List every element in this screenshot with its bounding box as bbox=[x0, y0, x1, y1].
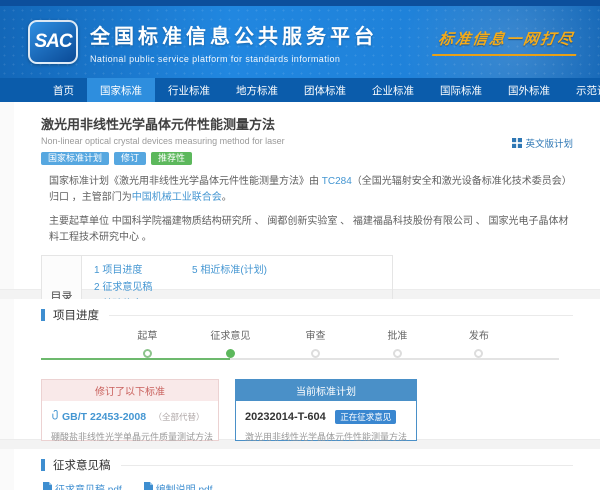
standard-summary-section: 激光用非线性光学晶体元件性能测量方法 Non-linear optical cr… bbox=[0, 102, 600, 289]
current-plan-box-title: 当前标准计划 bbox=[236, 380, 416, 401]
intro-paragraph-2: 主要起草单位 中国科学院福建物质结构研究所 、 闽都创新实验室 、 福建福晶科技… bbox=[49, 214, 573, 245]
pdf-file-icon bbox=[43, 482, 52, 490]
site-header: SAC 全国标准信息公共服务平台 National public service… bbox=[0, 0, 600, 78]
draft-files-section: 征求意见稿 征求意见稿.pdf 编制说明.pdf bbox=[0, 449, 600, 490]
progress-timeline: 起草 征求意见 审查 批准 发布 bbox=[41, 327, 573, 371]
nav-item-local-standards[interactable]: 地方标准 bbox=[223, 78, 291, 102]
plan-boxes-row: 修订了以下标准 GB/T 22453-2008 （全部代替） 硼酸盐非线性光学单… bbox=[41, 379, 573, 441]
toc-link-similar-standards[interactable]: 5 相近标准(计划) bbox=[192, 263, 267, 278]
section-accent-bar bbox=[41, 309, 45, 321]
intro-paragraph-1: 国家标准计划《激光用非线性光学晶体元件性能测量方法》由 TC284（全国光辐射安… bbox=[49, 174, 573, 205]
nav-item-pilot-demo[interactable]: 示范试点 bbox=[563, 78, 600, 102]
explanation-pdf-label: 编制说明.pdf bbox=[156, 481, 213, 490]
step-label: 发布 bbox=[444, 327, 514, 342]
step-dot-todo bbox=[474, 349, 483, 358]
project-progress-section: 项目进度 起草 征求意见 审查 批准 发布 修订了以下标准 bbox=[0, 299, 600, 439]
step-approval: 批准 bbox=[362, 327, 432, 358]
toc-link-progress[interactable]: 1 项目进度 bbox=[94, 263, 192, 278]
sac-logo-text: SAC bbox=[34, 31, 71, 53]
draft-section-header: 征求意见稿 bbox=[41, 457, 573, 473]
progress-section-title: 项目进度 bbox=[53, 307, 99, 323]
badge-revision: 修订 bbox=[114, 152, 146, 165]
nav-item-national-standards[interactable]: 国家标准 bbox=[87, 78, 155, 102]
step-seeking-opinions: 征求意见 bbox=[195, 327, 265, 358]
step-dot-todo bbox=[393, 349, 402, 358]
draft-file-links: 征求意见稿.pdf 编制说明.pdf bbox=[43, 481, 573, 490]
draft-section-title: 征求意见稿 bbox=[53, 457, 111, 473]
english-plan-link[interactable]: 英文版计划 bbox=[512, 136, 573, 150]
nav-item-international-standards[interactable]: 国际标准 bbox=[427, 78, 495, 102]
step-label: 起草 bbox=[112, 327, 182, 342]
step-drafting: 起草 bbox=[112, 327, 182, 358]
sac-logo[interactable]: SAC bbox=[28, 20, 78, 64]
nav-item-enterprise-standards[interactable]: 企业标准 bbox=[359, 78, 427, 102]
slogan-text: 标准信息一网打尽 bbox=[432, 28, 580, 56]
header-banner: SAC 全国标准信息公共服务平台 National public service… bbox=[0, 6, 600, 78]
slogan-calligraphy: 标准信息一网打尽 bbox=[434, 28, 578, 56]
ministry-link[interactable]: 中国机械工业联合会 bbox=[132, 192, 222, 203]
gbt-standard-link[interactable]: GB/T 22453-2008 bbox=[51, 410, 146, 423]
section-rule bbox=[121, 465, 574, 466]
revised-standard-name: 硼酸盐非线性光学单晶元件质量测试方法 bbox=[51, 430, 209, 443]
nav-item-group-standards[interactable]: 团体标准 bbox=[291, 78, 359, 102]
pdf-file-icon bbox=[144, 482, 153, 490]
step-dot-done bbox=[143, 349, 152, 358]
main-nav: 首页 国家标准 行业标准 地方标准 团体标准 企业标准 国际标准 国外标准 示范… bbox=[0, 78, 600, 102]
toc-link-draft[interactable]: 2 征求意见稿 bbox=[94, 280, 192, 295]
current-plan-box: 当前标准计划 20232014-T-604 正在征求意见 激光用非线性光学晶体元… bbox=[235, 379, 417, 441]
progress-section-header: 项目进度 bbox=[41, 307, 573, 323]
badge-national-plan: 国家标准计划 bbox=[41, 152, 109, 165]
step-review: 审查 bbox=[281, 327, 351, 358]
nav-item-foreign-standards[interactable]: 国外标准 bbox=[495, 78, 563, 102]
step-publication: 发布 bbox=[444, 327, 514, 358]
tc284-link[interactable]: TC284 bbox=[322, 176, 352, 187]
status-badge: 正在征求意见 bbox=[335, 410, 396, 424]
gbt-standard-number: GB/T 22453-2008 bbox=[62, 411, 146, 423]
badge-recommended: 推荐性 bbox=[151, 152, 192, 165]
intro-text: 国家标准计划《激光用非线性光学晶体元件性能测量方法》由 bbox=[49, 176, 322, 187]
paperclip-icon bbox=[51, 410, 60, 423]
step-label: 批准 bbox=[362, 327, 432, 342]
intro-text: 。 bbox=[222, 192, 232, 203]
site-subtitle: National public service platform for sta… bbox=[90, 54, 378, 64]
english-plan-label: 英文版计划 bbox=[525, 136, 573, 150]
nav-item-home[interactable]: 首页 bbox=[40, 78, 87, 102]
revised-box-title: 修订了以下标准 bbox=[42, 380, 218, 401]
standard-title-en: Non-linear optical crystal devices measu… bbox=[41, 136, 573, 146]
nav-item-industry-standards[interactable]: 行业标准 bbox=[155, 78, 223, 102]
section-rule bbox=[109, 315, 573, 316]
draft-pdf-label: 征求意见稿.pdf bbox=[55, 481, 122, 490]
site-title: 全国标准信息公共服务平台 bbox=[90, 20, 378, 49]
replacement-note: （全部代替） bbox=[154, 412, 205, 422]
plan-number: 20232014-T-604 bbox=[245, 411, 326, 423]
timeline-track-completed bbox=[41, 358, 230, 360]
step-label: 征求意见 bbox=[195, 327, 265, 342]
explanation-pdf-link[interactable]: 编制说明.pdf bbox=[144, 481, 213, 490]
revised-box-body: GB/T 22453-2008 （全部代替） 硼酸盐非线性光学单晶元件质量测试方… bbox=[42, 401, 218, 443]
section-accent-bar bbox=[41, 459, 45, 471]
standard-title: 激光用非线性光学晶体元件性能测量方法 bbox=[41, 114, 573, 133]
step-dot-todo bbox=[311, 349, 320, 358]
revised-standard-box: 修订了以下标准 GB/T 22453-2008 （全部代替） 硼酸盐非线性光学单… bbox=[41, 379, 219, 441]
current-plan-box-body: 20232014-T-604 正在征求意见 激光用非线性光学晶体元件性能测量方法 bbox=[236, 401, 416, 443]
site-title-block: 全国标准信息公共服务平台 National public service pla… bbox=[90, 20, 378, 64]
step-label: 审查 bbox=[281, 327, 351, 342]
step-dot-current bbox=[226, 349, 235, 358]
draft-pdf-link[interactable]: 征求意见稿.pdf bbox=[43, 481, 122, 490]
current-plan-name: 激光用非线性光学晶体元件性能测量方法 bbox=[245, 430, 407, 443]
document-grid-icon bbox=[512, 138, 522, 148]
badge-row: 国家标准计划 修订 推荐性 bbox=[41, 152, 573, 165]
